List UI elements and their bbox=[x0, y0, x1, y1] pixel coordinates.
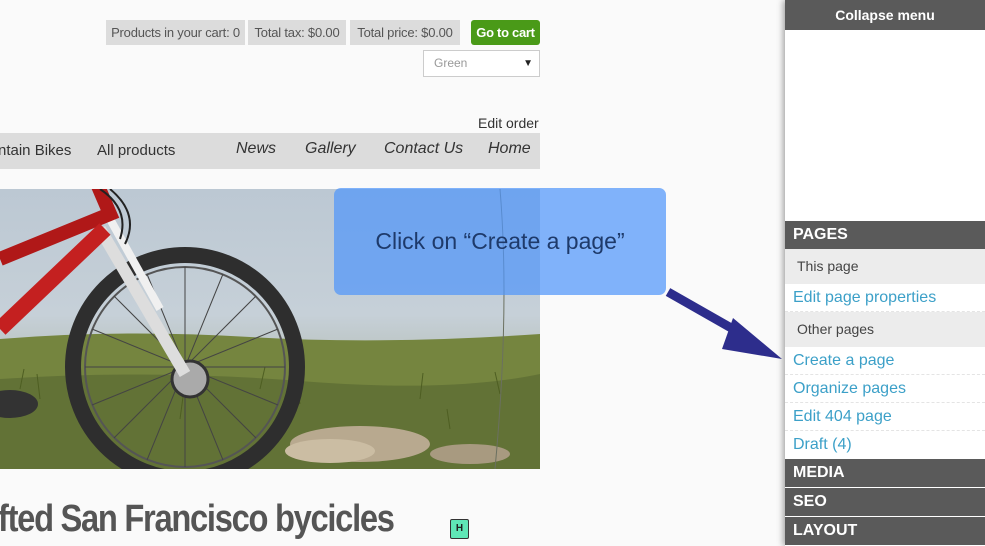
cart-products-count: Products in your cart: 0 bbox=[106, 20, 245, 45]
nav-item-home[interactable]: Home bbox=[488, 131, 531, 167]
cart-total-tax: Total tax: $0.00 bbox=[248, 20, 346, 45]
nav-item-news[interactable]: News bbox=[236, 131, 276, 167]
admin-side-panel: Collapse menu PAGES This page Edit page … bbox=[785, 0, 985, 546]
nav-item-mountain-bikes[interactable]: ntain Bikes bbox=[0, 133, 71, 169]
color-select-value: Green bbox=[434, 56, 468, 70]
subheader-other-pages: Other pages bbox=[785, 312, 985, 347]
pointer-arrow-icon bbox=[665, 288, 782, 359]
cart-total-price: Total price: $0.00 bbox=[350, 20, 460, 45]
subheader-this-page: This page bbox=[785, 249, 985, 284]
nav-item-gallery[interactable]: Gallery bbox=[305, 131, 356, 167]
page-title: fted San Francisco bycicles bbox=[0, 498, 395, 540]
create-page-link[interactable]: Create a page bbox=[785, 347, 985, 375]
collapse-menu-button[interactable]: Collapse menu bbox=[785, 0, 985, 30]
go-to-cart-button[interactable]: Go to cart bbox=[471, 20, 540, 45]
section-pages[interactable]: PAGES bbox=[785, 221, 985, 249]
tutorial-tooltip: Click on “Create a page” bbox=[334, 188, 666, 295]
draft-pages-link[interactable]: Draft (4) bbox=[785, 431, 985, 459]
heading-edit-badge[interactable]: H bbox=[450, 519, 469, 539]
chevron-down-icon: ▼ bbox=[523, 58, 533, 69]
section-layout[interactable]: LAYOUT bbox=[785, 517, 985, 545]
tooltip-text: Click on “Create a page” bbox=[375, 228, 625, 254]
edit-404-page-link[interactable]: Edit 404 page bbox=[785, 403, 985, 431]
edit-order-link[interactable]: Edit order bbox=[478, 115, 539, 131]
nav-item-contact-us[interactable]: Contact Us bbox=[384, 131, 463, 167]
main-navigation: ntain Bikes All products News Gallery Co… bbox=[0, 133, 540, 169]
organize-pages-link[interactable]: Organize pages bbox=[785, 375, 985, 403]
color-select[interactable]: Green ▼ bbox=[423, 50, 540, 77]
nav-item-all-products[interactable]: All products bbox=[97, 133, 175, 169]
edit-page-properties-link[interactable]: Edit page properties bbox=[785, 284, 985, 312]
section-media[interactable]: MEDIA bbox=[785, 459, 985, 487]
section-seo[interactable]: SEO bbox=[785, 488, 985, 516]
